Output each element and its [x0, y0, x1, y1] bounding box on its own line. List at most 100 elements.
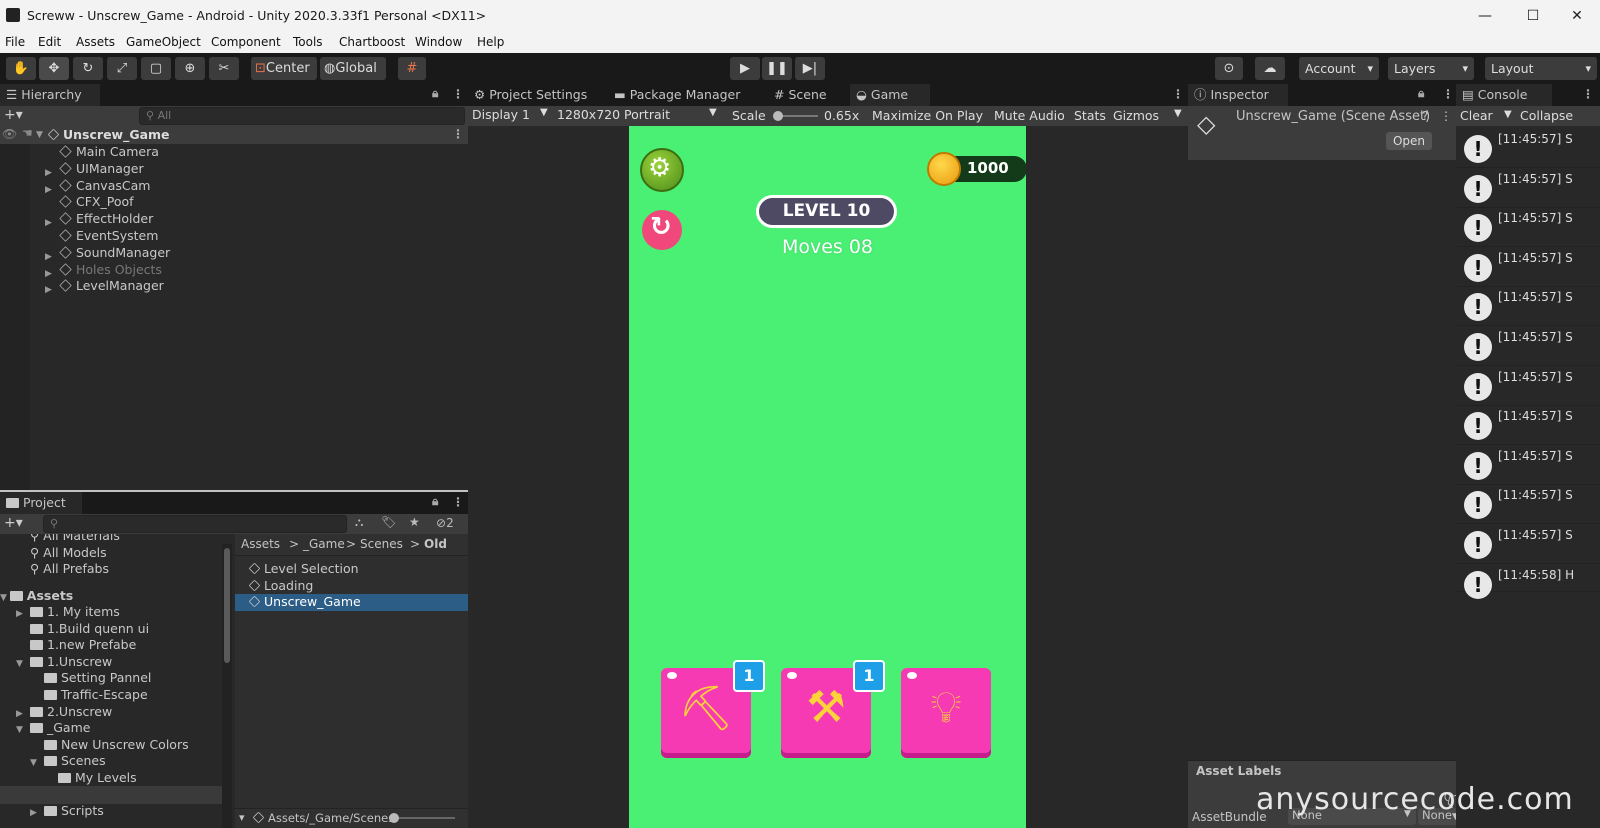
console-log-entry[interactable]: ! [11:45:57] S	[1456, 128, 1600, 168]
resolution-dropdown[interactable]: 1280x720 Portrait ▼	[557, 107, 722, 122]
console-log-entry[interactable]: ! [11:45:57] S	[1456, 247, 1600, 287]
hierarchy-item[interactable]: ▶ EffectHolder	[45, 211, 153, 228]
console-log-entry[interactable]: ! [11:45:57] S	[1456, 484, 1600, 525]
stats-toggle[interactable]: Stats	[1074, 108, 1106, 123]
hierarchy-item[interactable]: ▶ Holes Objects	[45, 262, 162, 279]
space-global-toggle[interactable]: ◍Global	[320, 57, 386, 80]
help-icon[interactable]: ?	[1422, 109, 1428, 123]
console-log-entry[interactable]: ! [11:45:57] S	[1456, 326, 1600, 366]
hierarchy-menu-icon[interactable]: ⋮	[452, 87, 464, 101]
folder-item[interactable]: ▶ 2.Unscrew	[16, 704, 112, 721]
console-log-entry[interactable]: ! [11:45:57] S	[1456, 445, 1600, 485]
hidden-packages-toggle[interactable]: ⊘2	[436, 516, 454, 530]
pivot-center-toggle[interactable]: ⊡Center	[251, 57, 317, 80]
menu-gameobject[interactable]: GameObject	[126, 35, 201, 49]
step-button[interactable]: ▶|	[795, 57, 825, 80]
maximize-button[interactable]: ☐	[1510, 4, 1556, 28]
tab-project-settings[interactable]: ⚙ Project Settings	[468, 84, 604, 106]
folder-item[interactable]: Traffic-Escape	[30, 687, 148, 704]
folder-item[interactable]: New Unscrew Colors	[30, 737, 189, 754]
filter-label-icon[interactable]: 🏷︎	[381, 515, 396, 529]
collab-cloud-button[interactable]: ☁	[1255, 57, 1285, 80]
maximize-on-play-toggle[interactable]: Maximize On Play	[872, 108, 983, 123]
clear-button[interactable]: Clear	[1460, 108, 1493, 123]
menu-assets[interactable]: Assets	[76, 35, 115, 49]
project-add-plus-icon[interactable]: +▾	[4, 515, 23, 531]
tree-scrollbar-thumb[interactable]	[224, 548, 230, 663]
visibility-eye-icon[interactable]: 👁︎	[2, 127, 17, 141]
mute-audio-toggle[interactable]: Mute Audio	[994, 108, 1065, 123]
menu-window[interactable]: Window	[415, 35, 462, 49]
services-button[interactable]: ⊙	[1215, 57, 1243, 80]
powerup-button[interactable]: 💡︎	[901, 668, 991, 758]
project-menu-icon[interactable]: ⋮	[452, 495, 464, 509]
inspector-lock-icon[interactable]: 🔒︎	[1418, 86, 1424, 101]
menu-file[interactable]: File	[5, 35, 25, 49]
scene-root-row[interactable]: 👁︎ ☚ ▼ Unscrew_Game ⋮	[0, 126, 468, 144]
tab-hierarchy[interactable]: ☰ Hierarchy	[0, 84, 100, 106]
folder-item[interactable]: ▶ 1. My items	[16, 604, 120, 621]
folder-item[interactable]: ▼ _Game	[16, 720, 90, 737]
favorite-item[interactable]: ⚲ All Materials	[30, 534, 120, 545]
hierarchy-item[interactable]: ▶ SoundManager	[45, 245, 170, 262]
menu-help[interactable]: Help	[477, 35, 504, 49]
add-plus-icon[interactable]: +▾	[4, 107, 23, 123]
powerup-button[interactable]: ⛏ 1	[661, 660, 765, 758]
inspector-menu-icon[interactable]: ⋮	[1442, 87, 1454, 101]
folder-expand-arrow[interactable]: ▼	[16, 722, 30, 739]
hierarchy-item[interactable]: CFX_Poof	[46, 194, 134, 211]
tab-project[interactable]: Project	[0, 492, 82, 514]
settings-button[interactable]: ⚙	[640, 148, 684, 192]
breadcrumb-old[interactable]: Old	[424, 537, 447, 551]
folder-item[interactable]: Setting Pannel	[30, 670, 151, 687]
powerup-button[interactable]: ⚒ 1	[781, 660, 885, 758]
pickable-hand-icon[interactable]: ☚	[22, 126, 33, 140]
display-dropdown[interactable]: Display 1 ▼	[472, 107, 552, 122]
account-dropdown[interactable]: Account	[1299, 57, 1379, 80]
console-log-entry[interactable]: ! [11:45:57] S	[1456, 366, 1600, 406]
folder-item[interactable]: 1.Build quenn ui	[16, 621, 149, 638]
tab-package-manager[interactable]: ▬ Package Manager	[608, 84, 756, 106]
scroll-down-icon[interactable]: ▾	[239, 811, 245, 824]
scale-slider[interactable]	[773, 111, 818, 121]
console-log-entry[interactable]: ! [11:45:57] S	[1456, 207, 1600, 248]
scene-menu-icon[interactable]: ⋮	[452, 127, 464, 141]
snap-grid-button[interactable]: #	[398, 57, 426, 80]
project-search-input[interactable]: ⚲	[43, 515, 347, 533]
breadcrumb-game[interactable]: _Game	[303, 537, 345, 551]
tree-scrollbar[interactable]	[222, 544, 232, 828]
menu-tools[interactable]: Tools	[293, 35, 323, 49]
icon-size-slider[interactable]	[389, 813, 455, 823]
custom-tool-button[interactable]: ✂	[209, 57, 239, 80]
hierarchy-item[interactable]: ▶ LevelManager	[45, 278, 164, 295]
game-canvas[interactable]: ⚙ ↻ 1000 LEVEL 10 Moves 08 ⛏ 1 ⚒ 1 💡︎	[629, 126, 1026, 828]
collapse-toggle[interactable]: Collapse	[1520, 108, 1573, 123]
gizmos-toggle[interactable]: Gizmos	[1113, 108, 1159, 123]
folder-item[interactable]: ▼ Scenes	[30, 753, 106, 770]
breadcrumb-assets[interactable]: Assets	[241, 537, 280, 551]
scene-file-item[interactable]: Level Selection	[235, 561, 468, 578]
play-button[interactable]: ▶	[730, 57, 760, 80]
close-button[interactable]: ✕	[1554, 4, 1600, 28]
hierarchy-item[interactable]: Main Camera	[46, 144, 159, 161]
assets-root-row[interactable]: ▼ Assets	[0, 588, 73, 605]
expand-arrow-icon[interactable]: ▶	[45, 282, 52, 299]
hand-tool-button[interactable]: ✋	[6, 57, 36, 80]
rect-tool-button[interactable]: ▢	[141, 57, 171, 80]
folder-item[interactable]: My Levels	[44, 770, 137, 787]
folder-expand-arrow[interactable]: ▼	[16, 656, 30, 673]
favorite-star-icon[interactable]: ★	[409, 515, 420, 529]
scale-tool-button[interactable]: ⤢	[107, 57, 137, 80]
open-button[interactable]: Open	[1386, 132, 1432, 150]
gizmos-dropdown-icon[interactable]: ▼	[1174, 108, 1182, 119]
scene-file-item[interactable]: Unscrew_Game	[235, 594, 468, 611]
folder-item[interactable]: ▼ 1.Unscrew	[16, 654, 112, 671]
breadcrumb-scenes[interactable]: Scenes	[360, 537, 403, 551]
minimize-button[interactable]: —	[1462, 4, 1508, 28]
hierarchy-item[interactable]: ▶ UIManager	[45, 161, 144, 178]
rotate-tool-button[interactable]: ↻	[73, 57, 103, 80]
menu-chartboost[interactable]: Chartboost	[339, 35, 405, 49]
folder-expand-arrow[interactable]: ▼	[30, 755, 44, 772]
menu-edit[interactable]: Edit	[38, 35, 61, 49]
icon-size-slider-handle[interactable]	[389, 813, 399, 823]
